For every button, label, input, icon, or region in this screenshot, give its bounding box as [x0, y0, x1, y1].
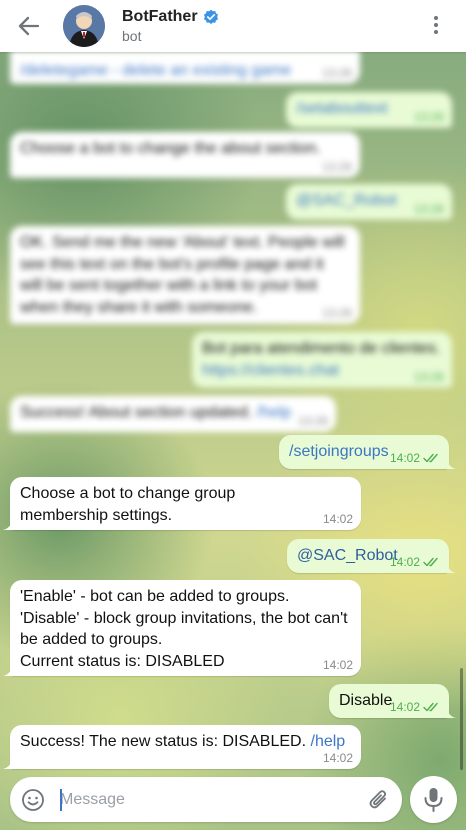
- double-check-icon: [423, 453, 438, 463]
- double-check-icon: [423, 557, 438, 567]
- chat-title-row[interactable]: BotFather: [122, 7, 219, 27]
- voice-record-button[interactable]: [410, 776, 457, 823]
- chat-header: BotFather bot: [0, 0, 466, 52]
- attach-button[interactable]: [366, 787, 392, 813]
- message-time: 13:26: [321, 306, 352, 320]
- bubble-tail: [3, 516, 13, 530]
- back-button[interactable]: [14, 12, 44, 40]
- message-time: 13:26: [413, 370, 444, 384]
- verified-badge-icon: [203, 9, 218, 24]
- message-text: /deletegame - delete an existing game: [20, 62, 292, 79]
- message-bubble-incoming: Choose a bot to change the about section…: [10, 132, 360, 178]
- message-link: /help: [256, 404, 292, 421]
- message-time: 13:26: [413, 202, 444, 216]
- message-text: 'Enable' - bot can be added to groups. '…: [20, 588, 348, 670]
- bubble-tail: [446, 704, 456, 718]
- message-time: 14:02: [389, 451, 420, 465]
- message-bubble-incoming[interactable]: Choose a bot to change group membership …: [3, 477, 361, 530]
- message-bubble-outgoing: @SAC_Robot 13:26: [286, 184, 452, 220]
- message-bubble-incoming: Success! About section updated. /help 13…: [10, 396, 336, 432]
- message-bubble-outgoing[interactable]: @SAC_Robot 14:02: [287, 539, 456, 573]
- help-command-link[interactable]: /help: [311, 733, 346, 750]
- botfather-avatar-icon: [63, 5, 105, 47]
- message-time: 13:26: [321, 66, 352, 80]
- message-text: Success! About section updated.: [20, 404, 253, 421]
- message-bubble-outgoing: /setabouttext 13:26: [286, 92, 452, 128]
- message-text: OK. Send me the new 'About' text. People…: [20, 234, 345, 316]
- message-text: Choose a bot to change group membership …: [20, 485, 236, 524]
- double-check-icon: [423, 702, 438, 712]
- message-bubble-incoming[interactable]: Success! The new status is: DISABLED. /h…: [3, 725, 361, 769]
- bubble-tail: [3, 662, 13, 676]
- message-time: 14:02: [322, 658, 353, 672]
- message-bubble-incoming: /deletegame - delete an existing game 13…: [10, 50, 360, 84]
- blurred-history: /deletegame - delete an existing game 13…: [0, 50, 466, 432]
- emoji-button[interactable]: [21, 788, 45, 812]
- message-time: 13:26: [297, 414, 328, 428]
- message-time: 13:26: [321, 160, 352, 174]
- bubble-tail: [446, 559, 456, 573]
- message-bubble-outgoing[interactable]: /setjoingroups 14:02: [279, 435, 456, 469]
- message-time: 13:26: [413, 110, 444, 124]
- message-time: 14:02: [322, 512, 353, 526]
- arrow-left-icon: [18, 16, 40, 36]
- text-caret: [60, 789, 62, 811]
- message-time: 14:02: [322, 751, 353, 765]
- more-vertical-icon: [426, 16, 446, 34]
- message-bubble-outgoing[interactable]: Disable 14:02: [329, 684, 456, 718]
- bubble-tail: [3, 755, 13, 769]
- message-time: 14:02: [389, 700, 420, 714]
- message-composer: [10, 777, 402, 822]
- message-bubble-incoming: OK. Send me the new 'About' text. People…: [10, 226, 360, 324]
- bubble-tail: [446, 455, 456, 469]
- chat-subtitle: bot: [122, 28, 142, 44]
- message-input[interactable]: [60, 789, 350, 811]
- scrollbar[interactable]: [460, 668, 463, 770]
- message-text: Choose a bot to change the about section…: [20, 140, 321, 157]
- smile-icon: [22, 789, 44, 811]
- message-text: Bot para atendimento de clientes.: [202, 340, 441, 357]
- message-bubble-outgoing: Bot para atendimento de clientes. https:…: [192, 332, 452, 388]
- avatar[interactable]: [63, 5, 105, 47]
- more-menu-button[interactable]: [426, 14, 446, 38]
- paperclip-icon: [369, 790, 387, 809]
- message-link: https://clientes.chat: [202, 361, 339, 379]
- message-time: 14:02: [389, 555, 420, 569]
- message-bubble-incoming[interactable]: 'Enable' - bot can be added to groups. '…: [3, 580, 361, 676]
- microphone-icon: [424, 788, 443, 812]
- message-text: Success! The new status is: DISABLED.: [20, 733, 307, 750]
- chat-title: BotFather: [122, 8, 198, 25]
